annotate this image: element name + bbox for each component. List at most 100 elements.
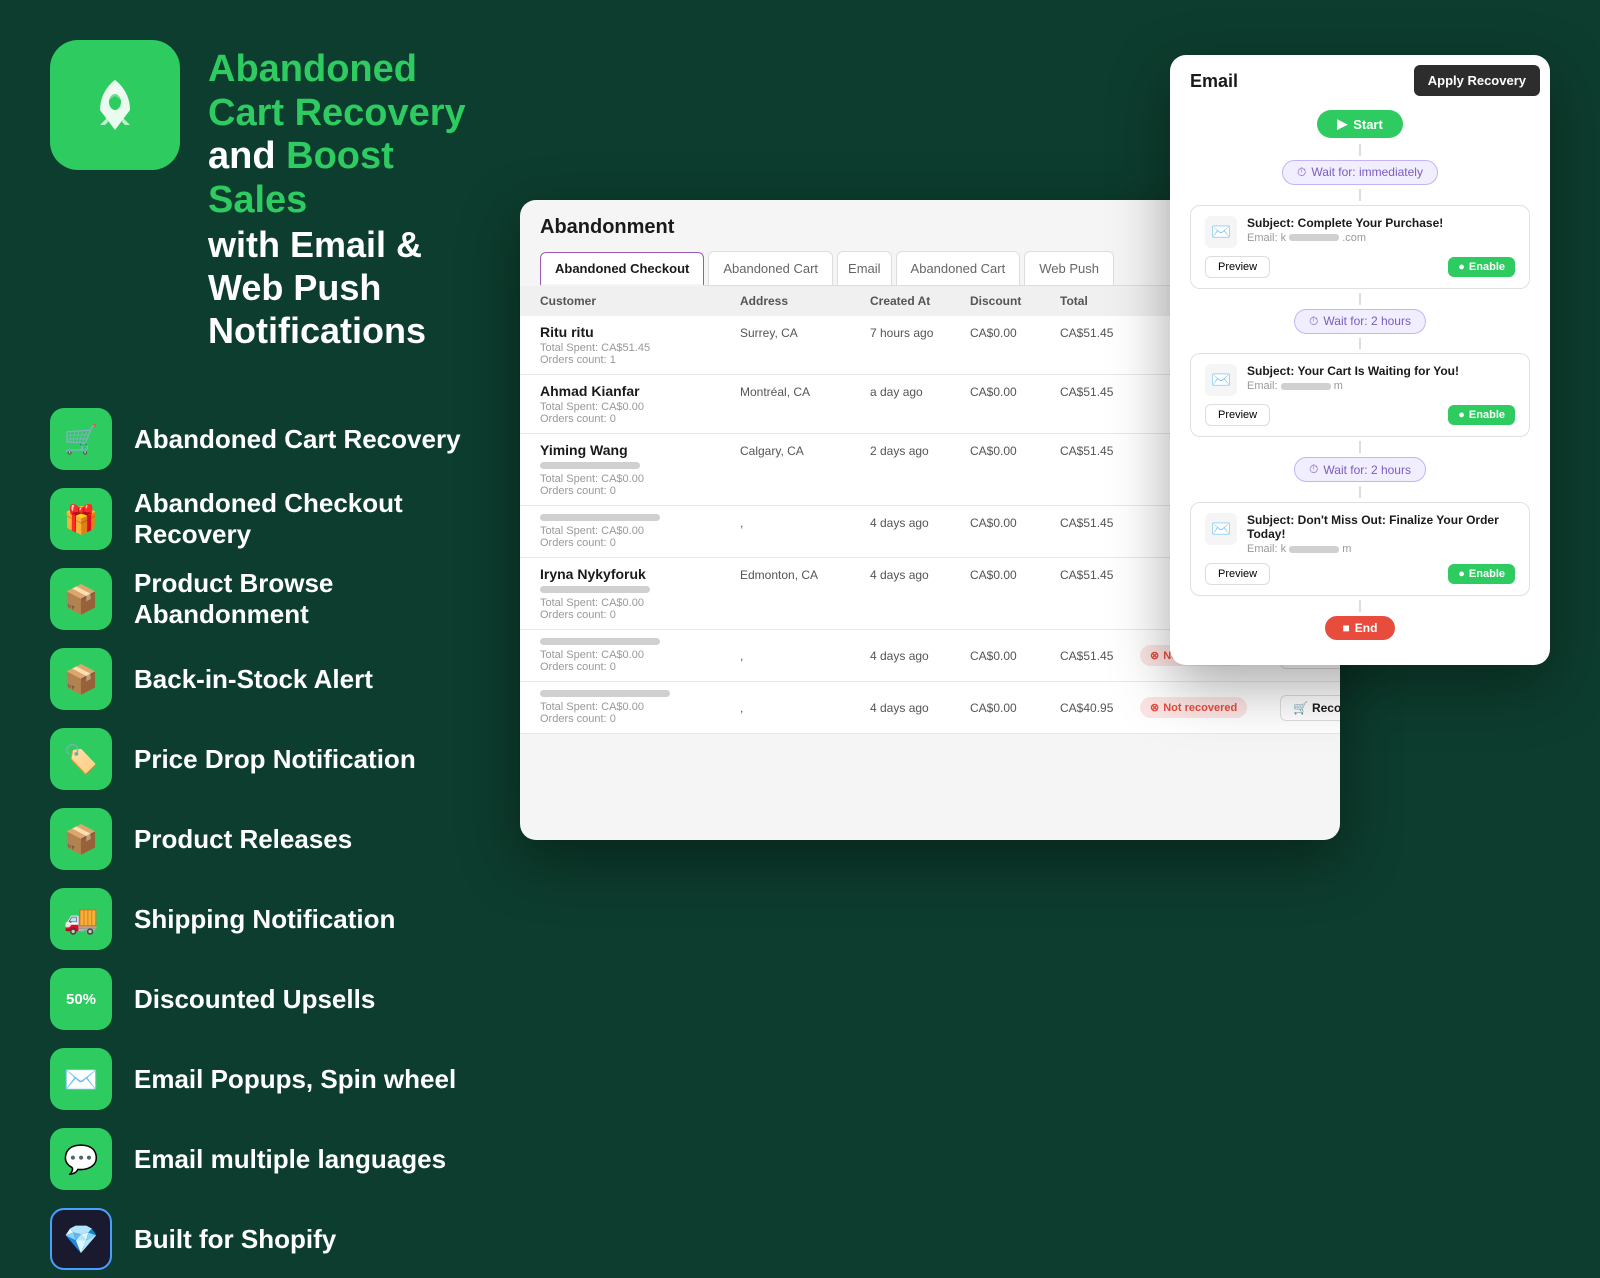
row-orders: Orders count: 0 xyxy=(540,485,740,497)
headline-and: and xyxy=(208,135,286,177)
left-panel: Abandoned Cart Recovery and Boost Sales … xyxy=(0,0,520,900)
feature-item-discounted-upsells[interactable]: 50% Discounted Upsells xyxy=(50,960,470,1038)
tab-abandoned-cart-email[interactable]: Abandoned Cart xyxy=(708,251,833,285)
percent-icon: 50% xyxy=(50,968,112,1030)
feature-item-product-releases[interactable]: 📦 Product Releases xyxy=(50,800,470,878)
tab-email[interactable]: Email xyxy=(837,251,892,285)
enable-badge-1: ● Enable xyxy=(1448,257,1515,277)
row-address: , xyxy=(740,649,870,663)
play-icon: ▶ xyxy=(1337,116,1347,132)
row-spent: Total Spent: CA$0.00 xyxy=(540,401,740,413)
col-discount: Discount xyxy=(970,294,1060,308)
col-address: Address xyxy=(740,294,870,308)
wait-2-label: Wait for: 2 hours xyxy=(1323,314,1411,328)
row-name: Ritu ritu xyxy=(540,324,740,340)
flow-connector-5 xyxy=(1359,441,1361,453)
row-discount: CA$0.00 xyxy=(970,701,1060,715)
email-card-1: ✉️ Subject: Complete Your Purchase! Emai… xyxy=(1190,205,1530,289)
row-total: CA$51.45 xyxy=(1060,383,1140,399)
feature-item-back-in-stock[interactable]: 📦 Back-in-Stock Alert xyxy=(50,640,470,718)
col-customer: Customer xyxy=(540,294,740,308)
row-address: Surrey, CA xyxy=(740,324,870,340)
row-spent: Total Spent: CA$0.00 xyxy=(540,525,740,537)
dot-icon-2: ● xyxy=(1458,409,1465,421)
feature-item-price-drop[interactable]: 🏷️ Price Drop Notification xyxy=(50,720,470,798)
row-total: CA$51.45 xyxy=(1060,442,1140,458)
email-3-subject: Subject: Don't Miss Out: Finalize Your O… xyxy=(1247,513,1515,541)
preview-btn-1[interactable]: Preview xyxy=(1205,256,1270,278)
feature-item-shopify[interactable]: 💎 Built for Shopify xyxy=(50,1200,470,1278)
row-created: 7 hours ago xyxy=(870,324,970,340)
feature-item-product-browse[interactable]: 📦 Product Browse Abandonment xyxy=(50,560,470,638)
clock-icon-3: ⏱ xyxy=(1309,462,1318,477)
flow-connector-6 xyxy=(1359,486,1361,498)
row-discount: CA$0.00 xyxy=(970,566,1060,582)
row-name: Iryna Nykyforuk xyxy=(540,566,740,582)
row-orders: Orders count: 0 xyxy=(540,413,740,425)
feature-label-email-languages: Email multiple languages xyxy=(134,1144,446,1175)
gift-icon: 🎁 xyxy=(50,488,112,550)
dot-icon-3: ● xyxy=(1458,568,1465,580)
email-flow: ▶ Start ⏱ Wait for: immediately ✉️ Subje… xyxy=(1170,96,1550,656)
chat-icon: 💬 xyxy=(50,1128,112,1190)
feature-item-shipping[interactable]: 🚚 Shipping Notification xyxy=(50,880,470,958)
row-spent: Total Spent: CA$0.00 xyxy=(540,649,740,661)
feature-label-shipping: Shipping Notification xyxy=(134,904,395,935)
row-total: CA$40.95 xyxy=(1060,701,1140,715)
row-discount: CA$0.00 xyxy=(970,442,1060,458)
row-blur-name xyxy=(540,514,660,521)
row-orders: Orders count: 1 xyxy=(540,354,740,366)
flow-wait-1: ⏱ Wait for: immediately xyxy=(1282,160,1438,185)
tab-web-push[interactable]: Web Push xyxy=(1024,251,1114,285)
row-created: 4 days ago xyxy=(870,566,970,582)
feature-label-product-releases: Product Releases xyxy=(134,824,352,855)
feature-label-discounted-upsells: Discounted Upsells xyxy=(134,984,375,1015)
preview-btn-3[interactable]: Preview xyxy=(1205,563,1270,585)
row-blur-name2 xyxy=(540,638,660,645)
col-created: Created At xyxy=(870,294,970,308)
feature-label-abandoned-cart: Abandoned Cart Recovery xyxy=(134,424,461,455)
diamond-icon: 💎 xyxy=(50,1208,112,1270)
row-name: Yiming Wang xyxy=(540,442,740,458)
start-label: Start xyxy=(1353,117,1383,132)
feature-item-abandoned-checkout[interactable]: 🎁 Abandoned Checkout Recovery xyxy=(50,480,470,558)
row-spent: Total Spent: CA$0.00 xyxy=(540,701,740,713)
header-row: Abandoned Cart Recovery and Boost Sales … xyxy=(50,40,470,352)
row-total: CA$51.45 xyxy=(1060,324,1140,340)
email-2-from: Email: m xyxy=(1247,380,1459,392)
headline: Abandoned Cart Recovery and Boost Sales … xyxy=(208,40,470,352)
email-flow-panel: Apply Recovery Email ▶ Start ⏱ Wait for:… xyxy=(1170,55,1550,665)
feature-label-price-drop: Price Drop Notification xyxy=(134,744,416,775)
cart-small-icon-2: 🛒 xyxy=(1293,701,1308,715)
preview-btn-2[interactable]: Preview xyxy=(1205,404,1270,426)
feature-item-email-languages[interactable]: 💬 Email multiple languages xyxy=(50,1120,470,1198)
recover-button-2[interactable]: 🛒 Recover xyxy=(1280,695,1340,721)
row-blur-name3 xyxy=(540,690,670,697)
email-card-2: ✉️ Subject: Your Cart Is Waiting for You… xyxy=(1190,353,1530,437)
flow-wait-2: ⏱ Wait for: 2 hours xyxy=(1294,309,1426,334)
feature-label-shopify: Built for Shopify xyxy=(134,1224,336,1255)
truck-icon: 🚚 xyxy=(50,888,112,950)
email-icon-3: ✉️ xyxy=(1205,513,1237,545)
logo-box xyxy=(50,40,180,170)
email-2-subject: Subject: Your Cart Is Waiting for You! xyxy=(1247,364,1459,378)
feature-label-abandoned-checkout: Abandoned Checkout Recovery xyxy=(134,488,470,550)
apply-recovery-button[interactable]: Apply Recovery xyxy=(1414,65,1540,96)
tag-icon: 🏷️ xyxy=(50,728,112,790)
not-recovered-badge-2: ⊗ Not recovered xyxy=(1140,697,1247,718)
wait-1-label: Wait for: immediately xyxy=(1311,165,1423,179)
row-created: 4 days ago xyxy=(870,649,970,663)
flow-wait-3: ⏱ Wait for: 2 hours xyxy=(1294,457,1426,482)
flow-start-button[interactable]: ▶ Start xyxy=(1317,110,1403,138)
tab-abandoned-cart-web[interactable]: Abandoned Cart xyxy=(896,251,1021,285)
stop-icon: ■ xyxy=(1343,621,1350,635)
flow-end-button[interactable]: ■ End xyxy=(1325,616,1396,640)
flow-connector-2 xyxy=(1359,189,1361,201)
row-orders: Orders count: 0 xyxy=(540,609,740,621)
flow-connector-4 xyxy=(1359,338,1361,350)
tab-abandoned-checkout[interactable]: Abandoned Checkout xyxy=(540,252,704,286)
feature-item-abandoned-cart[interactable]: 🛒 Abandoned Cart Recovery xyxy=(50,400,470,478)
row-created: a day ago xyxy=(870,383,970,399)
feature-item-email-popups[interactable]: ✉️ Email Popups, Spin wheel xyxy=(50,1040,470,1118)
email-3-from: Email: k m xyxy=(1247,543,1515,555)
